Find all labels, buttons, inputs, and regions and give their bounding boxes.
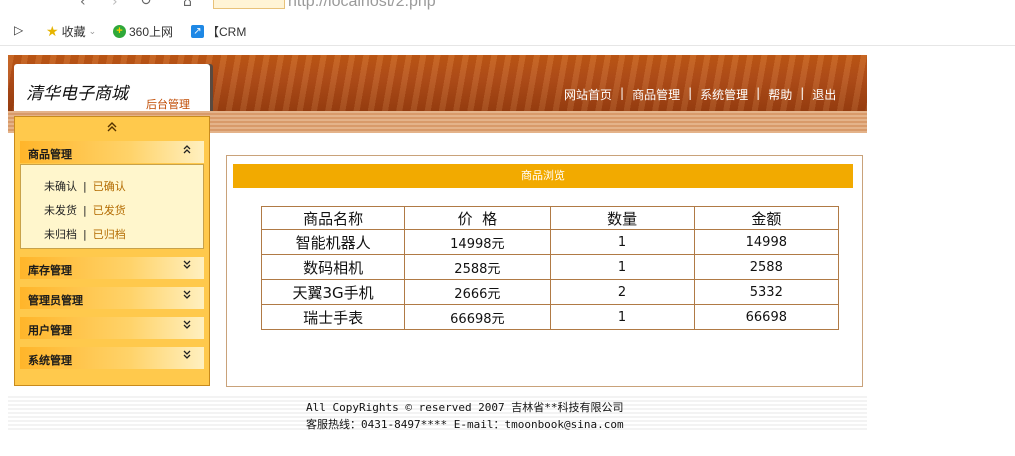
section-label: 库存管理 xyxy=(28,264,72,277)
link-unarchived[interactable]: 未归档 xyxy=(44,228,77,241)
table-row: 数码相机 2588元 1 2588 xyxy=(260,254,840,280)
section-label: 系统管理 xyxy=(28,354,72,367)
nav-help[interactable]: 帮助 xyxy=(768,86,792,103)
bookmark-label: 【CRM xyxy=(207,25,247,39)
goods-table: 商品名称 价 格 数量 金额 智能机器人 14998元 1 14998 数码相机… xyxy=(260,206,840,330)
submenu-separator: | xyxy=(83,180,87,193)
cell-amount: 2588 xyxy=(693,254,840,280)
submenu-row: 未归档 | 已归档 xyxy=(44,226,126,242)
address-bar[interactable]: http://localhost/2.php xyxy=(288,0,436,11)
bookmark-favorites[interactable]: ★ 收藏 ⌄ xyxy=(46,23,96,40)
site-subtitle: 后台管理 xyxy=(146,98,190,111)
section-label: 管理员管理 xyxy=(28,294,83,307)
nav-logout[interactable]: 退出 xyxy=(812,86,836,103)
col-name: 商品名称 xyxy=(260,206,406,230)
bookmarks-bar: ▷ ★ 收藏 ⌄ + 360上网 ↗ 【CRM xyxy=(0,17,1015,46)
collapse-all-icon[interactable] xyxy=(14,121,210,135)
nav-goods[interactable]: 商品管理 xyxy=(632,86,680,103)
360-icon: + xyxy=(113,25,126,38)
back-arrow-icon[interactable]: ‹ xyxy=(80,0,86,10)
sidebar-section-inventory[interactable]: 库存管理 xyxy=(20,257,204,279)
sidebar-toggle-icon[interactable]: ▷ xyxy=(14,23,23,37)
link-confirmed[interactable]: 已确认 xyxy=(93,180,126,193)
col-price: 价 格 xyxy=(404,206,551,230)
panel-title: 商品浏览 xyxy=(233,164,853,188)
nav-separator: | xyxy=(688,86,693,100)
col-amount: 金额 xyxy=(693,206,840,230)
cell-qty: 1 xyxy=(549,254,695,280)
link-unshipped[interactable]: 未发货 xyxy=(44,204,77,217)
sidebar-section-admins[interactable]: 管理员管理 xyxy=(20,287,204,309)
nav-separator: | xyxy=(756,86,761,100)
submenu-row: 未确认 | 已确认 xyxy=(44,178,126,194)
chevron-up-icon xyxy=(182,144,192,157)
table-row: 瑞士手表 66698元 1 66698 xyxy=(260,304,840,330)
cell-name: 智能机器人 xyxy=(260,229,406,255)
star-icon: ★ xyxy=(46,23,59,39)
home-icon[interactable]: ⌂ xyxy=(183,0,192,10)
bookmark-label: 收藏 xyxy=(61,25,86,39)
cell-price: 14998元 xyxy=(404,229,551,255)
chevron-down-icon: ⌄ xyxy=(88,26,97,36)
site-title: 清华电子商城 xyxy=(26,84,128,104)
nav-system[interactable]: 系统管理 xyxy=(700,86,748,103)
sidebar-section-users[interactable]: 用户管理 xyxy=(20,317,204,339)
link-arrow-icon: ↗ xyxy=(191,25,204,38)
browser-toolbar: ‹ › ↻ ⌂ http://localhost/2.php xyxy=(0,0,1015,14)
bookmark-crm[interactable]: ↗ 【CRM xyxy=(191,23,246,40)
link-archived[interactable]: 已归档 xyxy=(93,228,126,241)
top-nav: 网站首页 | 商品管理 | 系统管理 | 帮助 | 退出 xyxy=(564,86,836,103)
table-row: 智能机器人 14998元 1 14998 xyxy=(260,229,840,255)
sidebar-section-system[interactable]: 系统管理 xyxy=(20,347,204,369)
url-status-chip xyxy=(213,0,285,9)
chevron-down-icon xyxy=(182,260,192,273)
cell-qty: 1 xyxy=(549,304,695,330)
cell-amount: 14998 xyxy=(693,229,840,255)
link-unconfirmed[interactable]: 未确认 xyxy=(44,180,77,193)
cell-price: 2588元 xyxy=(404,254,551,280)
sidebar-section-goods[interactable]: 商品管理 xyxy=(20,141,204,163)
bookmark-label: 360上网 xyxy=(129,25,174,39)
nav-separator: | xyxy=(800,86,805,100)
submenu-separator: | xyxy=(83,204,87,217)
table-row: 天翼3G手机 2666元 2 5332 xyxy=(260,279,840,305)
bookmark-360[interactable]: + 360上网 xyxy=(113,23,173,40)
submenu-row: 未发货 | 已发货 xyxy=(44,202,126,218)
submenu-separator: | xyxy=(83,228,87,241)
section-label: 商品管理 xyxy=(28,148,72,161)
contact-text: 客服热线：0431-8497**** E-mail：tmoonbook@sina… xyxy=(306,418,624,431)
cell-price: 2666元 xyxy=(404,279,551,305)
copyright-text: All CopyRights © reserved 2007 吉林省**科技有限… xyxy=(306,401,624,414)
section-label: 用户管理 xyxy=(28,324,72,337)
chevron-down-icon xyxy=(182,320,192,333)
cell-name: 天翼3G手机 xyxy=(260,279,406,305)
cell-qty: 1 xyxy=(549,229,695,255)
nav-separator: | xyxy=(620,86,625,100)
cell-name: 数码相机 xyxy=(260,254,406,280)
cell-name: 瑞士手表 xyxy=(260,304,406,330)
cell-qty: 2 xyxy=(549,279,695,305)
link-shipped[interactable]: 已发货 xyxy=(93,204,126,217)
cell-price: 66698元 xyxy=(404,304,551,330)
forward-arrow-icon[interactable]: › xyxy=(112,0,118,10)
chevron-down-icon xyxy=(182,290,192,303)
cell-amount: 66698 xyxy=(693,304,840,330)
nav-home[interactable]: 网站首页 xyxy=(564,86,612,103)
table-header-row: 商品名称 价 格 数量 金额 xyxy=(260,206,840,230)
cell-amount: 5332 xyxy=(693,279,840,305)
col-qty: 数量 xyxy=(549,206,695,230)
chevron-down-icon xyxy=(182,350,192,363)
reload-icon[interactable]: ↻ xyxy=(140,0,152,9)
